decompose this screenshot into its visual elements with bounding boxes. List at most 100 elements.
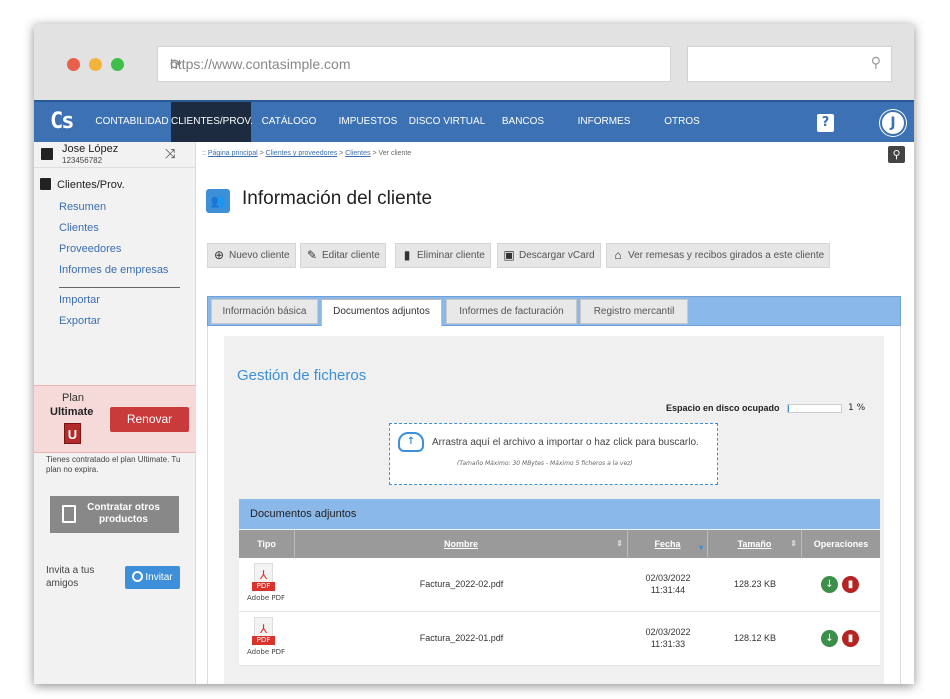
column-tamano[interactable]: Tamaño ⇕ bbox=[708, 530, 802, 558]
browser-window: https://www.contasimple.com ⟳ ⚲ Cs CONTA… bbox=[34, 24, 914, 684]
pencil-icon: ✎ bbox=[306, 248, 318, 262]
file-time: 11:31:44 bbox=[650, 585, 686, 595]
quick-search-icon[interactable]: ⚲ bbox=[888, 146, 905, 163]
avatar[interactable]: J bbox=[880, 110, 906, 136]
nav-impuestos[interactable]: IMPUESTOS bbox=[334, 102, 402, 142]
nav-otros[interactable]: OTROS bbox=[658, 102, 706, 142]
tab-informacion-basica[interactable]: Información básica bbox=[211, 299, 318, 324]
user-name: Jose López bbox=[62, 143, 119, 155]
sidebar-divider bbox=[59, 287, 180, 288]
sidebar-item-clientes[interactable]: Clientes bbox=[59, 222, 99, 234]
users-icon: 👥 bbox=[206, 189, 230, 213]
breadcrumb-clientes[interactable]: Clientes bbox=[345, 150, 370, 157]
nav-bancos[interactable]: BANCOS bbox=[497, 102, 549, 142]
column-tipo: Tipo bbox=[239, 530, 295, 558]
column-nombre[interactable]: Nombre ⇕ bbox=[295, 530, 628, 558]
disk-usage-percent: 1 % bbox=[848, 403, 866, 413]
plan-name: Ultimate bbox=[50, 406, 94, 418]
reload-icon[interactable]: ⟳ bbox=[170, 56, 658, 73]
contract-products-button[interactable]: Contratar otros productos bbox=[50, 496, 179, 533]
documents-table-title: Documentos adjuntos bbox=[239, 499, 880, 529]
delete-client-label: Eliminar cliente bbox=[417, 250, 485, 261]
close-window-dot[interactable] bbox=[67, 58, 80, 71]
edit-client-label: Editar cliente bbox=[322, 250, 380, 261]
file-name: Factura_2022-01.pdf bbox=[419, 633, 504, 643]
plan-note: Tienes contratado el plan Ultimate. Tu p… bbox=[46, 455, 181, 474]
address-bar[interactable]: https://www.contasimple.com ⟳ bbox=[157, 46, 671, 82]
trash-icon: ▮ bbox=[403, 248, 411, 262]
table-row: ⅄ PDF Adobe PDF Factura_2022-01.pdf 02/0… bbox=[239, 612, 880, 666]
sidebar-item-exportar[interactable]: Exportar bbox=[59, 315, 101, 327]
switch-user-icon[interactable]: ⤨ bbox=[165, 146, 175, 162]
disk-usage-fill bbox=[788, 405, 789, 412]
sidebar-section-title: Clientes/Prov. bbox=[40, 178, 125, 191]
download-icon[interactable]: ↓ bbox=[821, 576, 838, 593]
download-icon[interactable]: ↓ bbox=[821, 630, 838, 647]
dropzone-subtext: (Tamaño Máximo: 30 MBytes - Máximo 5 fic… bbox=[457, 460, 633, 467]
logo[interactable]: Cs bbox=[50, 109, 74, 134]
breadcrumb-clientes-proveedores[interactable]: Clientes y proveedores bbox=[266, 150, 338, 157]
view-remittances-button[interactable]: ⌂ Ver remesas y recibos girados a este cl… bbox=[606, 243, 831, 268]
minimize-window-dot[interactable] bbox=[89, 58, 102, 71]
disk-usage-bar bbox=[787, 404, 842, 413]
nav-informes[interactable]: INFORMES bbox=[572, 102, 636, 142]
file-type-label: Adobe PDF bbox=[246, 648, 285, 656]
plus-circle-icon: ⊕ bbox=[213, 248, 225, 262]
file-dropzone[interactable]: ↑ Arrastra aquí el archivo a importar o … bbox=[389, 423, 718, 485]
breadcrumb: :: Página principal > Clientes y proveed… bbox=[202, 150, 411, 157]
column-operaciones: Operaciones bbox=[813, 539, 869, 549]
download-vcard-label: Descargar vCard bbox=[519, 250, 595, 261]
renew-button[interactable]: Renovar bbox=[110, 407, 189, 432]
file-date: 02/03/2022 bbox=[645, 627, 691, 637]
delete-icon[interactable]: ▮ bbox=[842, 576, 859, 593]
download-vcard-button[interactable]: ▣ Descargar vCard bbox=[497, 243, 601, 268]
table-header: Tipo Nombre ⇕ Fecha ▾ Tamaño ⇕ Operaciones bbox=[239, 530, 880, 558]
view-remittances-label: Ver remesas y recibos girados a este cli… bbox=[628, 250, 825, 261]
sidebar-item-informes-empresas[interactable]: Informes de empresas bbox=[59, 264, 168, 276]
table-row: ⅄ PDF Adobe PDF Factura_2022-02.pdf 02/0… bbox=[239, 558, 880, 612]
plan-box: Plan Ultimate U Renovar bbox=[34, 385, 196, 453]
pdf-file-icon: ⅄ PDF Adobe PDF bbox=[247, 563, 285, 609]
tab-informes-facturacion[interactable]: Informes de facturación bbox=[446, 299, 577, 324]
dropzone-text: Arrastra aquí el archivo a importar o ha… bbox=[432, 437, 699, 448]
nav-disco-virtual[interactable]: DISCO VIRTUAL bbox=[407, 102, 487, 142]
delete-client-button[interactable]: ▮ Eliminar cliente bbox=[395, 243, 491, 268]
user-box[interactable]: Jose López 123456782 ⤨ bbox=[34, 142, 196, 168]
tab-registro-mercantil[interactable]: Registro mercantil bbox=[580, 299, 688, 324]
contract-products-label: Contratar otros productos bbox=[87, 502, 160, 525]
sidebar-item-proveedores[interactable]: Proveedores bbox=[59, 243, 121, 255]
browser-search-box[interactable]: ⚲ bbox=[687, 46, 892, 82]
sidebar-item-importar[interactable]: Importar bbox=[59, 294, 100, 306]
search-icon: ⚲ bbox=[870, 55, 881, 71]
vcard-icon: ▣ bbox=[503, 248, 515, 262]
sort-icon: ⇕ bbox=[790, 539, 797, 548]
column-tamano-label: Tamaño bbox=[737, 539, 772, 549]
help-icon[interactable]: ? bbox=[817, 114, 834, 132]
id-card-icon bbox=[41, 148, 53, 160]
file-time: 11:31:33 bbox=[650, 639, 686, 649]
edit-client-button[interactable]: ✎ Editar cliente bbox=[300, 243, 386, 268]
new-client-button[interactable]: ⊕ Nuevo cliente bbox=[207, 243, 296, 268]
invite-button[interactable]: Invitar bbox=[125, 566, 180, 589]
invite-label: Invitar bbox=[145, 572, 173, 583]
disk-usage-label: Espacio en disco ocupado bbox=[666, 403, 780, 413]
nav-catalogo[interactable]: CATÁLOGO bbox=[258, 102, 320, 142]
tab-documentos-adjuntos[interactable]: Documentos adjuntos bbox=[321, 299, 442, 327]
file-size: 128.23 KB bbox=[733, 579, 777, 589]
nav-clientes-prov[interactable]: CLIENTES/PROV. bbox=[171, 102, 253, 142]
breadcrumb-current: Ver cliente bbox=[378, 150, 412, 157]
cloud-upload-icon: ↑ bbox=[398, 432, 424, 452]
nav-contabilidad[interactable]: CONTABILIDAD bbox=[93, 102, 171, 142]
maximize-window-dot[interactable] bbox=[111, 58, 124, 71]
delete-icon[interactable]: ▮ bbox=[842, 630, 859, 647]
file-type-badge: PDF bbox=[252, 582, 275, 591]
pdf-file-icon: ⅄ PDF Adobe PDF bbox=[247, 617, 285, 663]
sidebar-item-resumen[interactable]: Resumen bbox=[59, 201, 106, 213]
column-fecha[interactable]: Fecha ▾ bbox=[628, 530, 708, 558]
sidebar-section-label: Clientes/Prov. bbox=[57, 179, 125, 191]
new-client-label: Nuevo cliente bbox=[229, 250, 290, 261]
column-nombre-label: Nombre bbox=[443, 539, 478, 549]
breadcrumb-home[interactable]: Página principal bbox=[208, 150, 258, 157]
column-fecha-label: Fecha bbox=[654, 539, 681, 549]
files-title: Gestión de ficheros bbox=[237, 367, 367, 384]
